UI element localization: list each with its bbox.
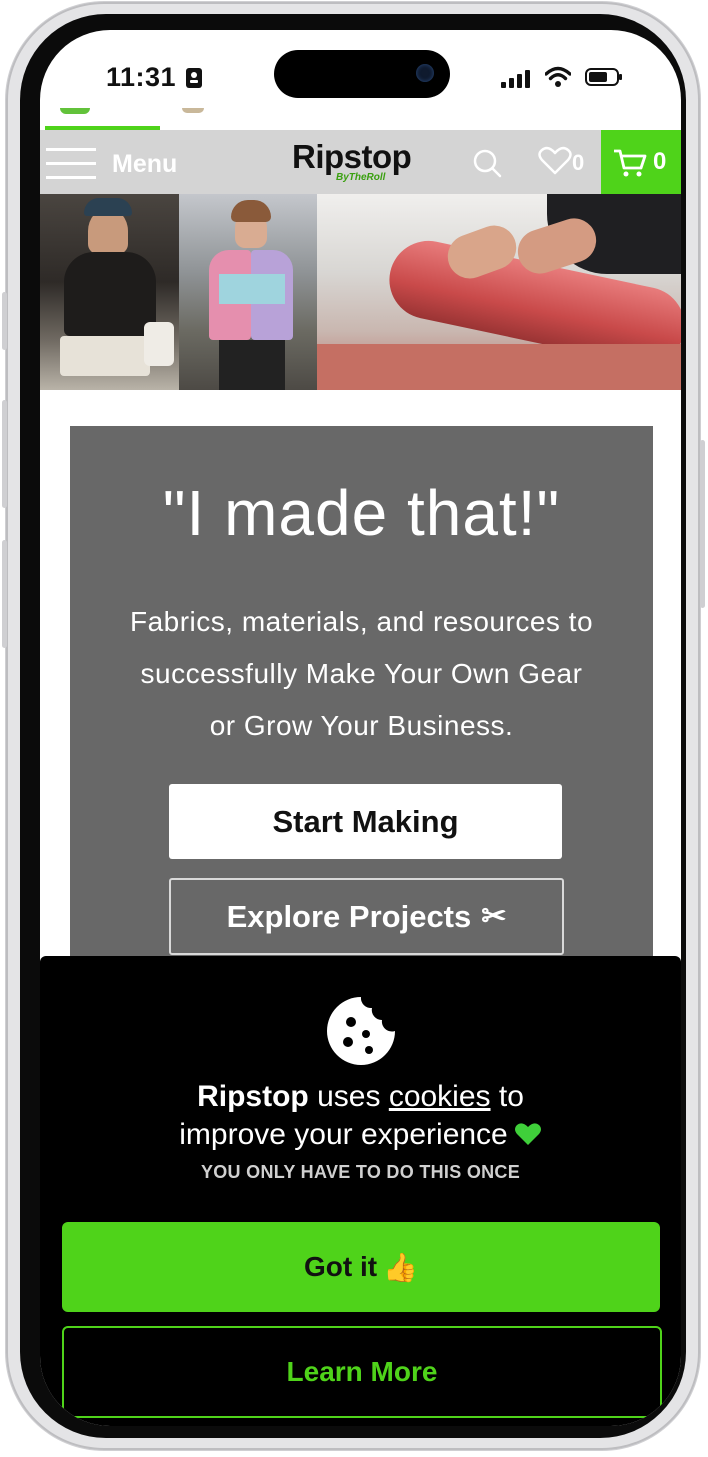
hero-photo-fabric-roll — [317, 194, 681, 390]
green-heart-icon — [514, 1123, 541, 1145]
search-icon[interactable] — [472, 148, 502, 178]
cookie-message-line2: improve your experience — [40, 1118, 681, 1152]
thumbs-up-icon: 👍 — [383, 1251, 418, 1283]
tab-strip — [40, 108, 681, 130]
site-header: Menu Ripstop ByTheRoll 0 0 — [40, 130, 681, 199]
hero-photo-jacket — [179, 194, 317, 390]
status-time: 11:31 — [106, 62, 177, 92]
cart-button[interactable]: 0 — [601, 130, 681, 199]
tab-icon — [182, 108, 204, 113]
tab-icon — [60, 108, 90, 114]
cookie-icon — [327, 997, 395, 1065]
battery-icon — [585, 68, 622, 86]
cookie-text: to — [490, 1080, 524, 1113]
id-card-icon — [186, 68, 202, 88]
promo-description: Fabrics, materials, and resources to suc… — [70, 596, 653, 752]
promo-line: Fabrics, materials, and resources to — [129, 606, 594, 637]
promo-line: successfully Make Your Own Gear — [140, 658, 583, 689]
logo-text: Ripstop — [292, 138, 412, 175]
volume-down-button — [2, 540, 7, 648]
cookie-text: uses — [308, 1080, 389, 1113]
wishlist-heart-icon[interactable] — [538, 146, 572, 176]
hero-photo-sewing — [40, 194, 179, 390]
promo-card: "I made that!" Fabrics, materials, and r… — [70, 426, 653, 986]
accept-label: Got it — [304, 1251, 378, 1282]
volume-up-button — [2, 400, 7, 508]
dynamic-island — [274, 50, 450, 98]
cookie-note: YOU ONLY HAVE TO DO THIS ONCE — [200, 1162, 521, 1182]
logo-subtext: ByTheRoll — [336, 172, 386, 183]
screen: 11:31 Menu Ripstop ByTheRoll 0 0 "I made… — [40, 30, 681, 1426]
scissors-icon: ✂ — [481, 900, 507, 933]
promo-line: or Grow Your Business. — [209, 710, 514, 741]
cookies-link[interactable]: cookies — [389, 1080, 491, 1113]
cellular-signal-icon — [501, 70, 531, 88]
cookie-text: improve your experience — [179, 1118, 508, 1151]
start-making-button[interactable]: Start Making — [169, 784, 562, 859]
promo-title: "I made that!" — [162, 477, 561, 549]
menu-button[interactable]: Menu — [112, 150, 177, 179]
hamburger-menu-icon[interactable] — [46, 144, 96, 182]
wifi-icon — [545, 66, 571, 87]
status-bar: 11:31 — [40, 30, 681, 108]
cookie-brand: Ripstop — [197, 1080, 309, 1113]
explore-projects-label: Explore Projects — [226, 898, 472, 934]
hero-image-collage — [40, 194, 681, 390]
action-button — [2, 292, 7, 350]
learn-more-button[interactable]: Learn More — [62, 1326, 662, 1418]
explore-projects-button[interactable]: Explore Projects ✂ — [169, 878, 564, 955]
accept-cookies-button[interactable]: Got it 👍 — [62, 1222, 660, 1312]
cookie-message: Ripstop uses cookies to — [40, 1080, 681, 1114]
wishlist-count: 0 — [572, 150, 585, 175]
phone-frame: 11:31 Menu Ripstop ByTheRoll 0 0 "I made… — [6, 2, 700, 1450]
shopping-cart-icon — [614, 149, 647, 177]
power-button — [700, 440, 705, 608]
site-logo[interactable]: Ripstop ByTheRoll — [292, 138, 428, 188]
camera-icon — [416, 64, 434, 82]
cookie-consent-banner: Ripstop uses cookies to improve your exp… — [40, 956, 681, 1426]
cart-count: 0 — [653, 148, 667, 175]
